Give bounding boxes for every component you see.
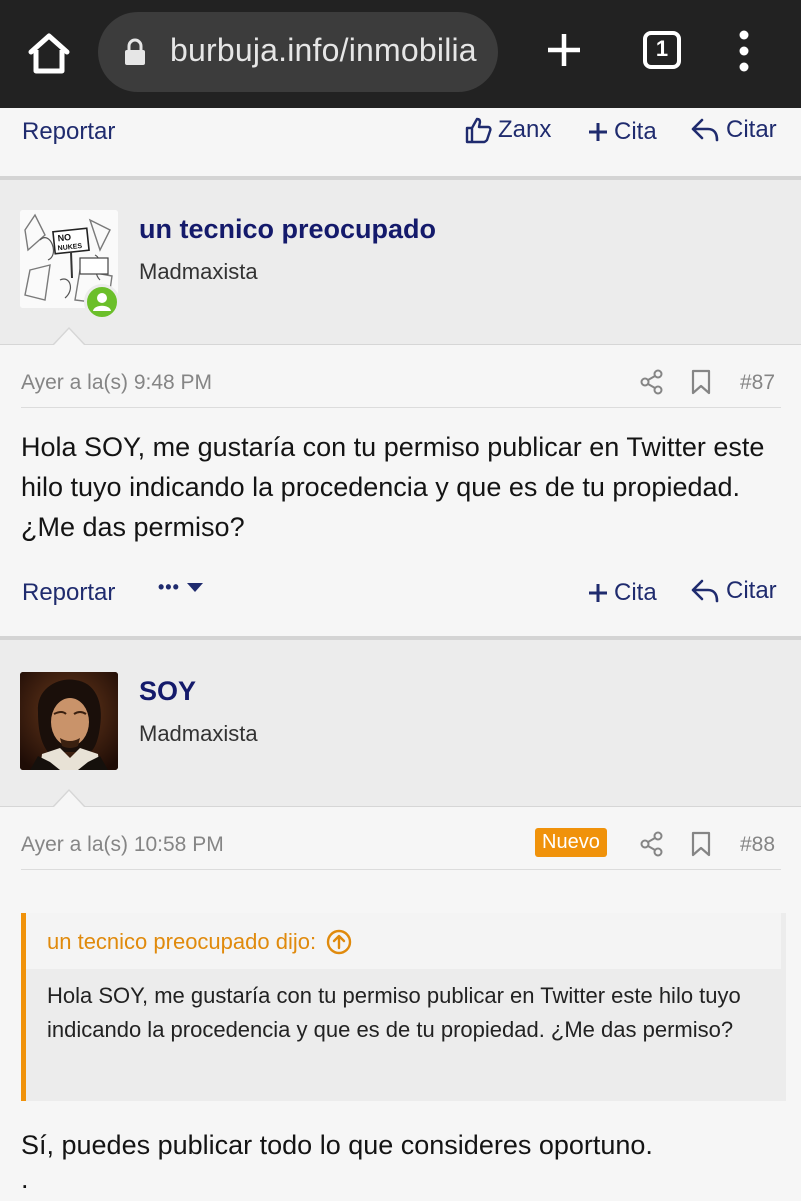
new-tab-button[interactable]: [546, 32, 582, 68]
username-link[interactable]: SOY: [139, 676, 196, 707]
reply-icon: [691, 118, 719, 142]
post88-user-band: SOY Madmaxista: [0, 640, 801, 806]
tab-count: 1: [655, 36, 669, 61]
speech-arrow-fill: [54, 329, 84, 345]
lock-icon: [125, 38, 145, 65]
quote-label: Cita: [614, 118, 657, 145]
more-options-menu[interactable]: •••: [158, 577, 210, 598]
url-text: burbuja.info/inmobilia: [170, 32, 477, 68]
previous-post-actions: Reportar Zanx Cita Citar: [0, 108, 801, 152]
previous-post-footer: Reportar Zanx Cita Citar: [0, 108, 801, 176]
quote-label: Cita: [614, 579, 657, 606]
bookmark-icon[interactable]: [690, 369, 712, 395]
share-icon[interactable]: [640, 831, 664, 857]
username-link[interactable]: un tecnico preocupado: [139, 214, 436, 245]
new-tab-icon: [548, 34, 580, 66]
report-link[interactable]: Reportar: [22, 118, 115, 146]
report-link[interactable]: Reportar: [22, 579, 115, 607]
plus-icon: [589, 584, 607, 602]
reply-label: Citar: [726, 577, 777, 604]
post-number[interactable]: #88: [740, 833, 775, 857]
quote-block: un tecnico preocupado dijo: Hola SOY, me…: [21, 913, 786, 1101]
post-date[interactable]: Ayer a la(s) 10:58 PM: [21, 833, 224, 857]
home-icon: [28, 33, 70, 74]
user-title: Madmaxista: [139, 259, 258, 284]
tab-switcher-button[interactable]: 1: [642, 30, 682, 70]
quote-text: Hola SOY, me gustaría con tu permiso pub…: [47, 983, 741, 1042]
quote-button[interactable]: Cita: [588, 118, 657, 146]
meta-divider: [21, 407, 781, 408]
overflow-menu-icon: [739, 30, 749, 72]
arrow-up-circle-icon: [326, 929, 352, 955]
quote-author-link[interactable]: un tecnico preocupado dijo:: [47, 929, 352, 955]
reply-button[interactable]: Citar: [690, 116, 777, 144]
chevron-down-icon: [186, 582, 203, 592]
reply-label: Citar: [726, 116, 777, 143]
avatar-sign-text: NO: [57, 232, 71, 243]
address-bar[interactable]: burbuja.info/inmobilia: [98, 12, 498, 92]
quote-author: un tecnico preocupado dijo:: [47, 929, 317, 954]
post-body: Sí, puedes publicar todo lo que consider…: [21, 1130, 653, 1160]
new-badge: Nuevo: [535, 828, 607, 857]
browser-toolbar: burbuja.info/inmobilia 1: [0, 0, 801, 108]
home-button[interactable]: [22, 28, 76, 78]
share-icon[interactable]: [640, 369, 664, 395]
post-body-tail: .: [21, 1164, 29, 1194]
overflow-menu-button[interactable]: [734, 28, 754, 74]
post-body: Hola SOY, me gustaría con tu permiso pub…: [21, 432, 765, 542]
post88-body: Ayer a la(s) 10:58 PM Nuevo #88 un tecni…: [0, 789, 801, 1201]
like-label: Zanx: [498, 116, 552, 143]
post-date[interactable]: Ayer a la(s) 9:48 PM: [21, 371, 212, 395]
post-number[interactable]: #87: [740, 371, 775, 395]
bookmark-icon[interactable]: [690, 831, 712, 857]
quote-header: un tecnico preocupado dijo:: [26, 913, 781, 969]
plus-icon: [589, 123, 607, 141]
avatar-portrait: [20, 672, 118, 770]
reply-icon: [691, 579, 719, 603]
user-title: Madmaxista: [139, 721, 258, 746]
like-button[interactable]: Zanx: [464, 116, 551, 144]
post87-body: Ayer a la(s) 9:48 PM #87 Hola SOY, me gu…: [0, 327, 801, 637]
thumbs-up-icon: [465, 117, 492, 144]
reply-button[interactable]: Citar: [690, 577, 777, 605]
meta-divider: [21, 869, 781, 870]
post87-user-band: NO NUKES un tecnico preocupado Madmaxist…: [0, 180, 801, 344]
more-options-label: •••: [158, 577, 180, 597]
quote-button[interactable]: Cita: [588, 579, 657, 607]
avatar[interactable]: [20, 672, 118, 770]
online-status-icon: [84, 284, 120, 320]
speech-arrow-fill: [54, 791, 84, 807]
